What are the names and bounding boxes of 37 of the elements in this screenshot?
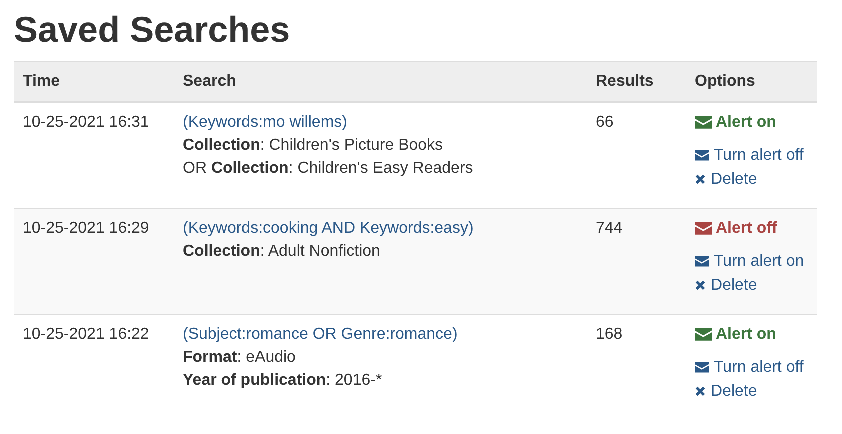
results-count: 66 xyxy=(596,114,614,131)
results-count: 744 xyxy=(596,220,623,237)
alert-status: Alert on xyxy=(695,323,776,346)
delete-link[interactable]: Delete xyxy=(695,168,758,191)
search-filter-text: OR Collection: Children's Easy Readers xyxy=(183,159,474,179)
alert-status: Alert on xyxy=(695,111,776,134)
toggle-alert-link[interactable]: Turn alert off xyxy=(695,144,804,167)
close-icon xyxy=(695,280,706,291)
search-query-link[interactable]: (Subject:romance OR Genre:romance) xyxy=(183,326,458,343)
time-text: 10-25-2021 16:22 xyxy=(23,326,150,343)
alert-status: Alert off xyxy=(695,217,778,240)
column-header: Results xyxy=(587,62,686,102)
column-header: Time xyxy=(14,62,174,102)
search-filter-text: Year of publication: 2016-* xyxy=(183,371,384,391)
envelope-icon xyxy=(695,150,709,161)
search-filter-text: Collection: Adult Nonfiction xyxy=(183,242,382,262)
search-query-link[interactable]: (Keywords:cooking AND Keywords:easy) xyxy=(183,220,474,237)
delete-link[interactable]: Delete xyxy=(695,380,758,403)
toggle-alert-link[interactable]: Turn alert on xyxy=(695,250,804,273)
close-icon xyxy=(695,386,706,397)
search-query-link[interactable]: (Keywords:mo willems) xyxy=(183,114,348,131)
envelope-icon xyxy=(695,222,712,235)
toggle-alert-link[interactable]: Turn alert off xyxy=(695,356,804,379)
envelope-icon xyxy=(695,362,709,373)
page-title: Saved Searches xyxy=(14,10,292,50)
close-icon xyxy=(695,174,706,185)
delete-link[interactable]: Delete xyxy=(695,274,758,297)
envelope-icon xyxy=(695,256,709,267)
time-text: 10-25-2021 16:31 xyxy=(23,114,150,131)
column-header: Search xyxy=(174,62,587,102)
time-text: 10-25-2021 16:29 xyxy=(23,220,150,237)
envelope-icon xyxy=(695,328,712,341)
results-count: 168 xyxy=(596,326,623,343)
search-filter-text: Collection: Children's Picture Books xyxy=(183,136,444,156)
envelope-icon xyxy=(695,116,712,129)
search-filter-text: Format: eAudio xyxy=(183,348,297,368)
column-header: Options xyxy=(686,62,817,102)
